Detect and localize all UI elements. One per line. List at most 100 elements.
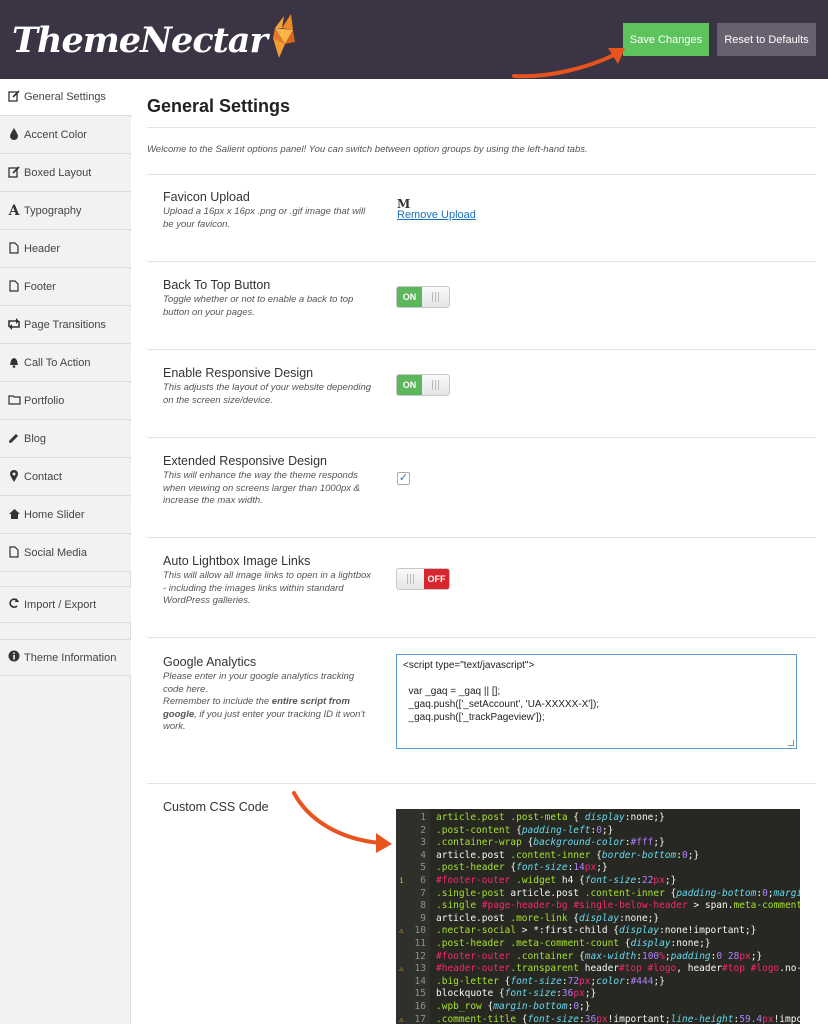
code-text: #footer-outer .widget h4 {font-size:22px… — [436, 875, 676, 888]
top-header: ThemeNectar Save Changes Reset to Defaul… — [0, 0, 828, 79]
refresh-icon — [7, 597, 21, 612]
custom-css-editor[interactable]: 1article.post .post-meta { display:none;… — [396, 809, 800, 1024]
code-text: #footer-outer .container {max-width:100%… — [436, 951, 762, 964]
sidebar-item-general-settings[interactable]: General Settings — [0, 79, 132, 116]
sidebar-item-label: Accent Color — [24, 129, 87, 141]
sidebar-item-call-to-action[interactable]: Call To Action — [0, 345, 131, 382]
file-icon — [7, 546, 21, 561]
code-line: 5 .post-header {font-size:14px;} — [396, 862, 800, 875]
code-line: ⚠17.comment-title {font-size:36px!import… — [396, 1014, 800, 1024]
sidebar-item-import-export[interactable]: Import / Export — [0, 586, 131, 623]
sidebar-item-label: Typography — [24, 205, 81, 217]
logo-text: ThemeNectar — [12, 20, 267, 61]
code-text: article.post .content-inner {border-bott… — [436, 850, 699, 863]
back-to-top-title: Back To Top Button — [163, 278, 270, 292]
code-line: _gaq.push(['_trackPageview']); — [403, 711, 790, 724]
sidebar-item-blog[interactable]: Blog — [0, 421, 131, 458]
line-number: 11 — [396, 938, 426, 951]
divider — [147, 637, 816, 638]
sidebar-item-label: Contact — [24, 471, 62, 483]
responsive-design-toggle[interactable]: ON — [396, 374, 450, 396]
sidebar-item-accent-color[interactable]: Accent Color — [0, 117, 131, 154]
back-to-top-desc: Toggle whether or not to enable a back t… — [163, 294, 373, 319]
divider — [147, 174, 816, 175]
sidebar-item-label: Theme Information — [24, 652, 116, 664]
sidebar-item-theme-information[interactable]: Theme Information — [0, 639, 131, 676]
code-text: .post-header {font-size:14px;} — [436, 862, 608, 875]
extended-responsive-desc: This will enhance the way the theme resp… — [163, 470, 373, 508]
sidebar-item-contact[interactable]: Contact — [0, 459, 131, 496]
line-number: 5 — [396, 862, 426, 875]
divider — [147, 537, 816, 538]
toggle-on-label: ON — [397, 287, 422, 307]
sidebar-item-label: Boxed Layout — [24, 167, 91, 179]
code-line: 9article.post .more-link {display:none;} — [396, 913, 800, 926]
code-text: .single #page-header-bg #single-below-he… — [436, 900, 800, 913]
font-icon: A — [7, 203, 21, 219]
line-number: 16 — [396, 1001, 426, 1014]
line-number: 2 — [396, 825, 426, 838]
divider — [147, 783, 816, 784]
code-line: 12#footer-outer .container {max-width:10… — [396, 951, 800, 964]
code-line — [403, 672, 790, 685]
sidebar-item-header[interactable]: Header — [0, 231, 131, 268]
code-line: 8 .single #page-header-bg #single-below-h… — [396, 900, 800, 913]
sidebar-item-label: Home Slider — [24, 509, 85, 521]
line-number: 8 — [396, 900, 426, 913]
analytics-desc-line: Remember to include the — [163, 696, 272, 707]
reset-to-defaults-button[interactable]: Reset to Defaults — [717, 23, 816, 56]
toggle-knob — [397, 569, 424, 589]
pointer-arrow-icon — [288, 789, 398, 855]
line-number: 10 — [396, 925, 426, 938]
extended-responsive-title: Extended Responsive Design — [163, 454, 327, 468]
line-number: 6 — [396, 875, 426, 888]
sidebar-item-typography[interactable]: A Typography — [0, 193, 131, 230]
code-text: blockquote {font-size:36px;} — [436, 988, 596, 1001]
sidebar-item-social-media[interactable]: Social Media — [0, 535, 131, 572]
google-analytics-desc: Please enter in your google analytics tr… — [163, 671, 373, 734]
file-icon — [7, 242, 21, 257]
line-number: 15 — [396, 988, 426, 1001]
line-number: 4 — [396, 850, 426, 863]
edit-icon — [7, 166, 21, 181]
code-line: 15 blockquote {font-size:36px;} — [396, 988, 800, 1001]
intro-text: Welcome to the Salient options panel! Yo… — [147, 144, 588, 155]
line-number: 13 — [396, 963, 426, 976]
divider — [147, 437, 816, 438]
retweet-icon — [7, 318, 21, 333]
favicon-upload-desc: Upload a 16px x 16px .png or .gif image … — [163, 206, 373, 231]
save-changes-button[interactable]: Save Changes — [623, 23, 709, 56]
remove-upload-link[interactable]: Remove Upload — [397, 209, 476, 221]
info-icon — [7, 650, 21, 665]
sidebar-item-footer[interactable]: Footer — [0, 269, 131, 306]
sidebar-item-portfolio[interactable]: Portfolio — [0, 383, 131, 420]
google-analytics-textarea[interactable]: <script type="text/javascript"> var _gaq… — [396, 654, 797, 749]
sidebar-item-boxed-layout[interactable]: Boxed Layout — [0, 155, 131, 192]
toggle-on-label: ON — [397, 375, 422, 395]
code-line: 1article.post .post-meta { display:none;… — [396, 812, 800, 825]
sidebar-item-label: Blog — [24, 433, 46, 445]
responsive-design-title: Enable Responsive Design — [163, 366, 313, 380]
sidebar-item-home-slider[interactable]: Home Slider — [0, 497, 131, 534]
auto-lightbox-toggle[interactable]: OFF — [396, 568, 450, 590]
resize-handle-icon[interactable] — [788, 740, 794, 746]
sidebar-item-label: Import / Export — [24, 599, 96, 611]
code-text: .nectar-social > *:first-child {display:… — [436, 925, 756, 938]
line-number: 3 — [396, 837, 426, 850]
sidebar-item-label: Call To Action — [24, 357, 90, 369]
custom-css-title: Custom CSS Code — [163, 800, 269, 814]
code-text: .post-header .meta-comment-count {displa… — [436, 938, 711, 951]
pencil-icon — [7, 432, 21, 447]
extended-responsive-checkbox[interactable]: ✓ — [397, 472, 410, 485]
google-analytics-title: Google Analytics — [163, 655, 256, 669]
code-line: 14.big-letter {font-size:72px;color:#444… — [396, 976, 800, 989]
line-number: 9 — [396, 913, 426, 926]
analytics-desc-line: Please enter in your google analytics tr… — [163, 671, 354, 695]
toggle-off-label: OFF — [424, 569, 449, 589]
sidebar-item-page-transitions[interactable]: Page Transitions — [0, 307, 131, 344]
pointer-arrow-icon — [508, 44, 628, 82]
toggle-knob — [422, 375, 449, 395]
code-text: article.post .post-meta { display:none;} — [436, 812, 665, 825]
back-to-top-toggle[interactable]: ON — [396, 286, 450, 308]
code-text: .comment-title {font-size:36px!important… — [436, 1014, 800, 1024]
